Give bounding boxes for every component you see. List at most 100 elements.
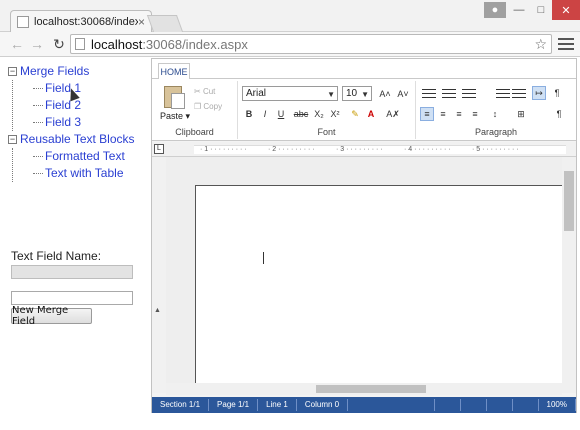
status-page: Page 1/1 [209, 399, 259, 411]
left-panel: − Merge Fields Field 1 Field 2 Field 3− Reusa… [0, 57, 150, 430]
tree-connector [33, 173, 43, 175]
tree-connector [33, 105, 43, 107]
vertical-ruler[interactable]: ▲ [152, 157, 166, 393]
status-zoom[interactable]: 100% [539, 399, 576, 411]
clear-format-icon[interactable]: A✗ [386, 107, 400, 121]
tree-children: Formatted Text Text with Table [12, 148, 148, 182]
font-family-value: Arial [246, 88, 267, 99]
multilevel-list-icon[interactable] [462, 87, 476, 99]
address-bar[interactable]: localhost:30068/index.aspx ☆ [70, 34, 552, 54]
ruler-mark: · 3 · · · · · · · · · [336, 146, 383, 153]
horizontal-scrollbar-thumb[interactable] [316, 385, 426, 393]
horizontal-ruler[interactable]: · 1 · · · · · · · · · · 2 · · · · · · · ·… [194, 145, 566, 154]
browser-tab[interactable]: localhost:30068/index.aspx × [10, 10, 152, 32]
superscript-icon[interactable]: X² [328, 107, 342, 121]
paste-icon[interactable] [164, 86, 185, 109]
tab-title: localhost:30068/index.aspx [34, 15, 138, 28]
paragraph-group: ↦ ¶ ≡ ≡ ≡ ≡ ↕ ⊞ ¶ Paragraph [416, 81, 576, 139]
tree-group[interactable]: − Reusable Text Blocks [8, 131, 148, 148]
increase-indent-icon[interactable] [512, 87, 526, 99]
browser-toolbar: ← → ↻ localhost:30068/index.aspx ☆ [0, 32, 580, 57]
back-arrow-icon[interactable]: ← [8, 36, 26, 52]
tab-close-icon[interactable]: × [138, 15, 145, 29]
numbered-list-icon[interactable] [442, 87, 456, 99]
align-justify-icon[interactable]: ≡ [468, 107, 482, 121]
bullet-list-icon[interactable] [422, 87, 436, 99]
user-icon[interactable]: ● [484, 2, 506, 18]
tab-stop-selector[interactable]: L [154, 144, 164, 154]
tree-group-label[interactable]: Merge Fields [20, 64, 89, 78]
align-center-icon[interactable]: ≡ [436, 107, 450, 121]
ruler-mark: · 5 · · · · · · · · · [472, 146, 519, 153]
vertical-ruler-indent-icon: ▲ [154, 307, 161, 314]
line-spacing-icon[interactable]: ↕ [488, 107, 502, 121]
clipboard-group-title: Clipboard [175, 127, 214, 137]
borders-icon[interactable]: ⊞ [514, 107, 528, 121]
strikethrough-icon[interactable]: abc [294, 107, 309, 121]
paste-button[interactable]: Paste ▾ [160, 111, 190, 122]
new-field-input[interactable] [11, 291, 133, 305]
tree-item-label[interactable]: Field 3 [45, 115, 81, 129]
new-tab-button[interactable] [146, 15, 184, 32]
shrink-font-icon[interactable]: A˅ [396, 87, 410, 101]
paragraph-group-title: Paragraph [474, 127, 518, 137]
minimize-icon[interactable]: — [508, 0, 530, 20]
tree-item-label[interactable]: Text with Table [45, 166, 124, 180]
font-family-select[interactable]: Arial ▼ [242, 86, 338, 101]
horizontal-scrollbar[interactable] [166, 383, 562, 395]
chevron-down-icon: ▼ [327, 90, 335, 99]
bookmark-star-icon[interactable]: ☆ [534, 36, 547, 53]
tree-item[interactable]: Field 2 [33, 97, 148, 114]
text-caret [263, 252, 264, 264]
tree-item[interactable]: Formatted Text [33, 148, 148, 165]
reload-icon[interactable]: ↻ [50, 36, 68, 52]
tree-item-label[interactable]: Formatted Text [45, 149, 125, 163]
tree-item[interactable]: Field 3 [33, 114, 148, 131]
underline-icon[interactable]: U [274, 107, 288, 121]
chevron-down-icon: ▼ [361, 90, 369, 99]
paragraph-marks-icon[interactable]: ¶ [552, 107, 566, 121]
grow-font-icon[interactable]: A˄ [378, 87, 392, 101]
status-line: Line 1 [258, 399, 297, 411]
tab-home[interactable]: HOME [158, 63, 190, 80]
highlight-icon[interactable]: ✎ [348, 107, 362, 121]
font-color-icon[interactable]: A [364, 107, 378, 121]
font-size-value: 10 [346, 88, 358, 99]
align-right-icon[interactable]: ≡ [452, 107, 466, 121]
new-merge-field-button[interactable]: New Merge Field [11, 305, 92, 327]
tree-item[interactable]: Text with Table [33, 165, 148, 182]
vertical-scrollbar[interactable] [562, 157, 576, 393]
document-page[interactable] [195, 185, 567, 393]
horizontal-ruler-row: L · 1 · · · · · · · · · · 2 · · · · · · ·… [152, 142, 576, 157]
show-marks-icon[interactable]: ¶ [550, 86, 564, 100]
ltr-direction-icon[interactable]: ↦ [532, 86, 546, 100]
tree-item[interactable]: Field 1 [33, 80, 148, 97]
font-size-select[interactable]: 10 ▼ [342, 86, 372, 101]
font-group-title: Font [317, 127, 336, 137]
maximize-icon[interactable]: □ [530, 0, 552, 20]
tree-group[interactable]: − Merge Fields [8, 63, 148, 80]
tree-connector [33, 88, 43, 90]
cut-label: Cut [202, 87, 216, 96]
cut-button: ✂ Cut [194, 87, 216, 96]
italic-icon[interactable]: I [258, 107, 272, 121]
subscript-icon[interactable]: X₂ [312, 107, 326, 121]
tree-group-label[interactable]: Reusable Text Blocks [20, 132, 135, 146]
bold-icon[interactable]: B [242, 107, 256, 121]
decrease-indent-icon[interactable] [496, 87, 510, 99]
browser-titlebar: localhost:30068/index.aspx × ● — □ ✕ [0, 0, 580, 32]
field-tree: − Merge Fields Field 1 Field 2 Field 3− Reusa… [8, 63, 148, 182]
collapse-icon[interactable]: − [8, 135, 17, 145]
align-left-icon[interactable]: ≡ [420, 107, 434, 121]
url-host: localhost [91, 36, 143, 52]
status-bar: Section 1/1 Page 1/1 Line 1 Column 0 100… [152, 397, 576, 413]
ruler-mark: · 1 · · · · · · · · · [200, 146, 247, 153]
browser-menu-icon[interactable] [558, 36, 574, 52]
page-favicon-icon [17, 15, 29, 28]
window-close-icon[interactable]: ✕ [552, 0, 580, 20]
status-column: Column 0 [297, 399, 349, 411]
vertical-scrollbar-thumb[interactable] [564, 171, 574, 231]
forward-arrow-icon[interactable]: → [28, 36, 46, 52]
tree-item-label[interactable]: Field 2 [45, 98, 81, 112]
collapse-icon[interactable]: − [8, 67, 17, 77]
